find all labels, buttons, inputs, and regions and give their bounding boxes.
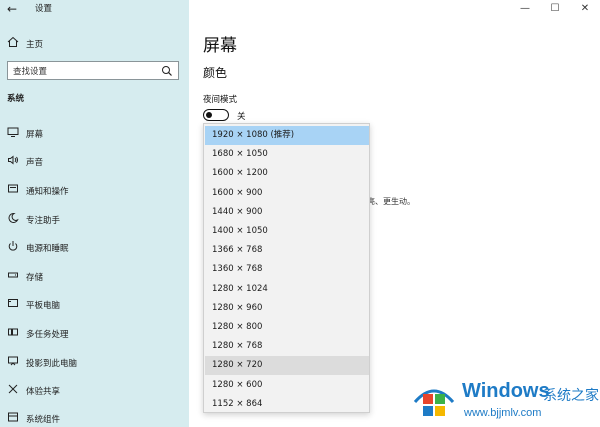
sidebar-item-focus-assist[interactable]: 专注助手 (0, 209, 189, 229)
sidebar-item-shared-experiences[interactable]: 体验共享 (0, 380, 189, 400)
resolution-option[interactable]: 1600 × 900 (205, 184, 369, 203)
watermark: Windows 系统之家 www.bjjmlv.com (410, 374, 600, 427)
sidebar-item-label: 通知和操作 (26, 187, 69, 197)
resolution-option[interactable]: 1280 × 1024 (205, 280, 369, 299)
resolution-option[interactable]: 1280 × 600 (205, 376, 369, 395)
sidebar-item-label: 多任务处理 (26, 330, 69, 340)
sidebar-item-storage[interactable]: 存储 (0, 266, 189, 286)
sidebar-item-label: 系统组件 (26, 415, 61, 425)
resolution-option[interactable]: 1280 × 960 (205, 299, 369, 318)
night-mode-toggle[interactable] (203, 109, 229, 121)
nav-home[interactable]: 主页 (0, 34, 189, 52)
share-icon (6, 383, 20, 397)
sidebar-item-label: 专注助手 (26, 216, 61, 226)
resolution-option[interactable]: 1360 × 768 (205, 260, 369, 279)
power-icon (6, 240, 20, 254)
home-icon (6, 36, 20, 50)
project-icon (6, 355, 20, 369)
resolution-dropdown-list[interactable]: 1920 × 1080 (推荐) 1680 × 1050 1600 × 1200 16… (203, 123, 370, 413)
sidebar-item-label: 投影到此电脑 (26, 359, 78, 369)
multitask-icon (6, 326, 20, 340)
resolution-option[interactable]: 1440 × 900 (205, 203, 369, 222)
monitor-icon (6, 126, 20, 140)
watermark-cn-text: 系统之家 (543, 388, 599, 404)
toggle-knob (206, 111, 212, 118)
speaker-icon (6, 154, 20, 168)
sidebar-item-label: 声音 (26, 158, 44, 168)
resolution-option[interactable]: 1920 × 1080 (推荐) (205, 126, 369, 145)
sidebar: ← 设置 主页 查找设置 系统 屏幕 声音 通知和操作 专注助手 电源和睡眠 存… (0, 0, 189, 427)
search-input[interactable]: 查找设置 (7, 61, 179, 80)
sidebar-item-tablet[interactable]: 平板电脑 (0, 294, 189, 314)
search-icon[interactable] (160, 63, 174, 77)
close-button[interactable]: ✕ (570, 0, 600, 18)
watermark-brand: Windows (462, 380, 550, 402)
tablet-icon (6, 297, 20, 311)
nav-home-label: 主页 (26, 40, 44, 50)
components-icon (6, 411, 20, 425)
sidebar-item-label: 屏幕 (26, 130, 44, 140)
resolution-option[interactable]: 1280 × 768 (205, 337, 369, 356)
page-title: 屏幕 (203, 36, 237, 56)
sidebar-item-label: 平板电脑 (26, 301, 61, 311)
sidebar-item-sound[interactable]: 声音 (0, 151, 189, 171)
sidebar-item-notifications[interactable]: 通知和操作 (0, 180, 189, 200)
resolution-option[interactable]: 1280 × 720 (205, 356, 369, 376)
resolution-option[interactable]: 1152 × 864 (205, 395, 369, 412)
resolution-option[interactable]: 1680 × 1050 (205, 145, 369, 164)
sidebar-item-label: 存储 (26, 273, 44, 283)
night-mode-label: 夜间模式 (203, 95, 238, 105)
resolution-option[interactable]: 1400 × 1050 (205, 222, 369, 241)
storage-icon (6, 269, 20, 283)
watermark-url: www.bjjmlv.com (464, 407, 542, 419)
background-description-text: 亮、更生动。 (367, 197, 415, 206)
section-title-color: 颜色 (203, 66, 228, 80)
sidebar-item-label: 体验共享 (26, 387, 61, 397)
notification-icon (6, 183, 20, 197)
minimize-button[interactable]: — (510, 0, 540, 18)
search-placeholder: 查找设置 (13, 67, 48, 77)
night-mode-state: 关 (237, 112, 246, 122)
window-title: 设置 (35, 4, 53, 14)
sidebar-item-power-sleep[interactable]: 电源和睡眠 (0, 237, 189, 257)
sidebar-item-project[interactable]: 投影到此电脑 (0, 352, 189, 372)
back-arrow-icon[interactable]: ← (4, 0, 20, 18)
sidebar-item-multitasking[interactable]: 多任务处理 (0, 323, 189, 343)
moon-icon (6, 212, 20, 226)
section-label-system: 系统 (7, 94, 25, 104)
maximize-button[interactable]: ☐ (540, 0, 570, 18)
sidebar-item-display[interactable]: 屏幕 (0, 123, 189, 143)
resolution-option[interactable]: 1600 × 1200 (205, 164, 369, 183)
sidebar-item-label: 电源和睡眠 (26, 244, 69, 254)
windows-logo-icon (413, 389, 455, 416)
resolution-option[interactable]: 1366 × 768 (205, 241, 369, 260)
resolution-option[interactable]: 1280 × 800 (205, 318, 369, 337)
sidebar-item-components[interactable]: 系统组件 (0, 408, 189, 427)
